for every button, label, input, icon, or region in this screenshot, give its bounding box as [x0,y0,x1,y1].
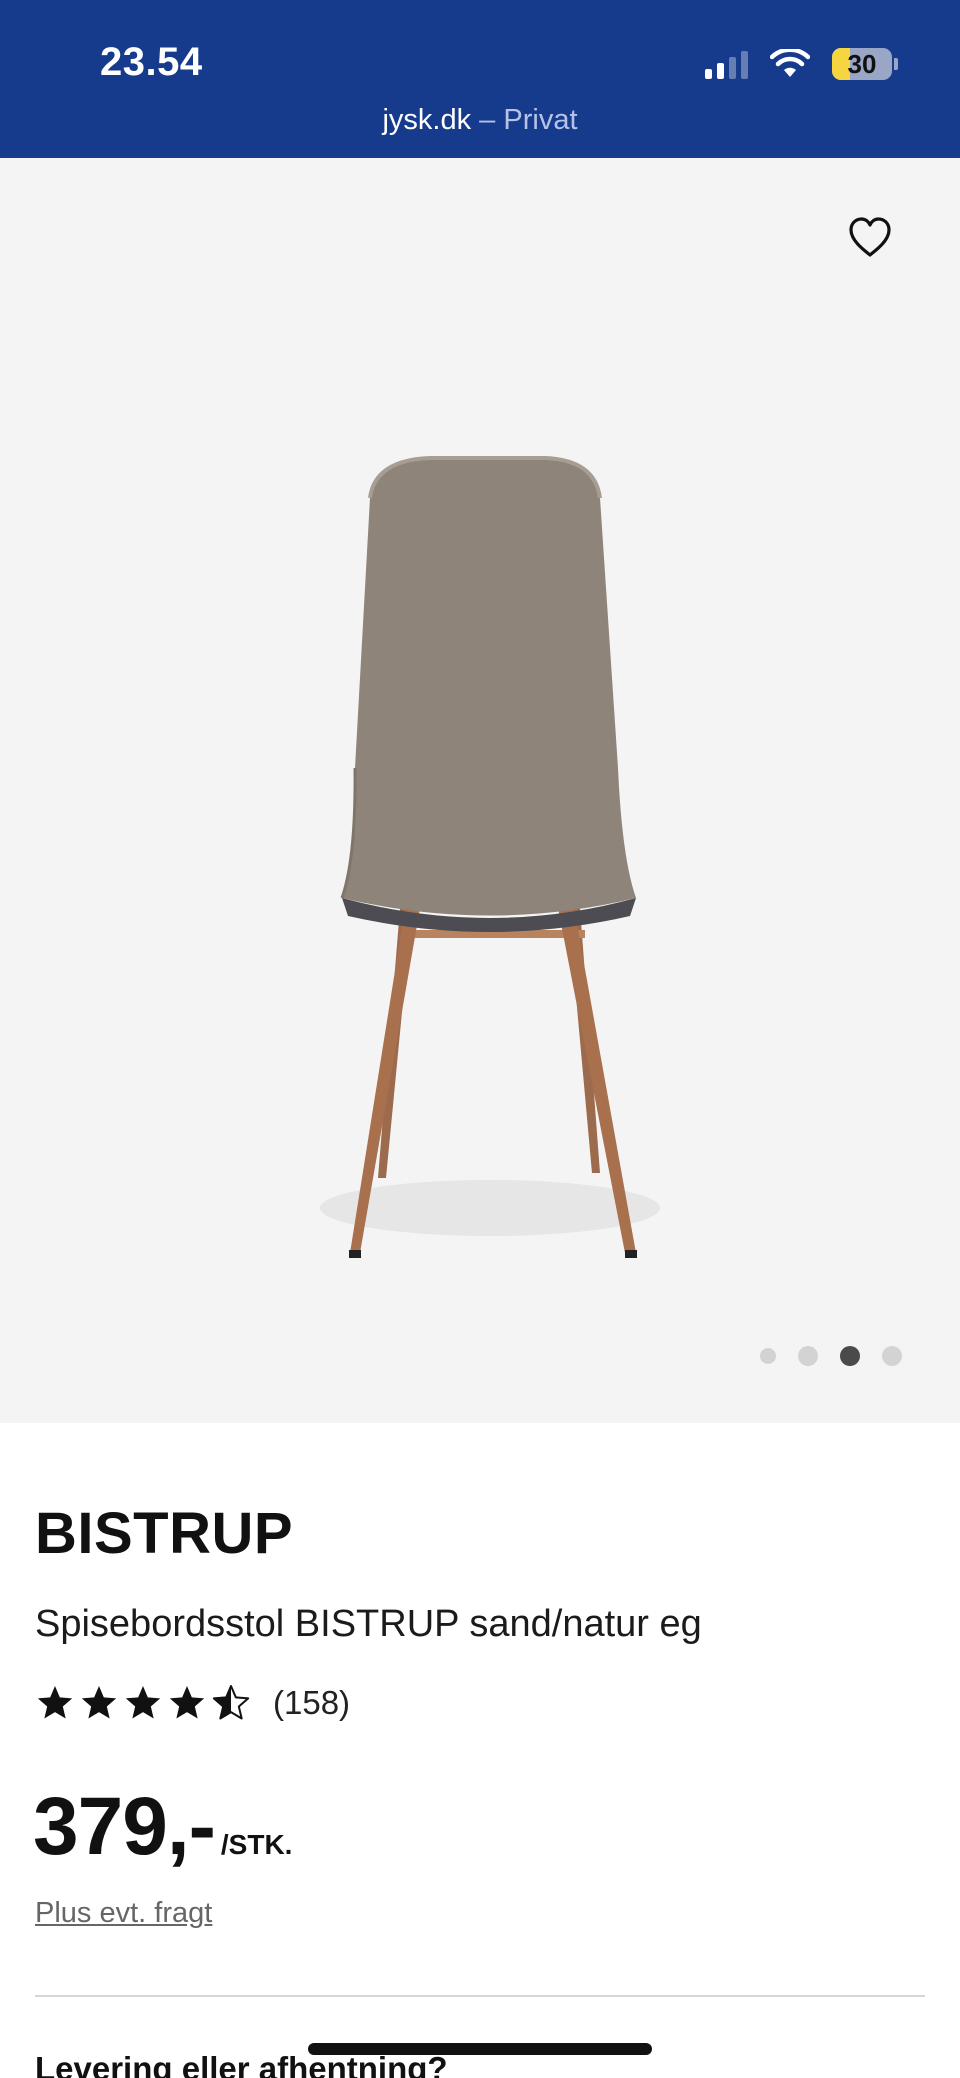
shipping-link[interactable]: Plus evt. fragt [35,1897,212,1930]
url-text: jysk.dk [382,104,472,136]
rating[interactable]: (158) [35,1683,350,1723]
price-value: 379,- [33,1781,216,1872]
private-mode-label: Privat [503,104,578,136]
price-unit: /STK. [220,1829,293,1860]
rating-count[interactable]: (158) [273,1684,350,1722]
product-gallery[interactable] [0,158,960,1423]
divider [35,1995,925,1997]
home-indicator[interactable] [308,2043,652,2055]
product-brand: BISTRUP [35,1501,294,1566]
gallery-dot[interactable] [882,1346,902,1366]
product-name: Spisebordsstol BISTRUP sand/natur eg [35,1603,702,1645]
gallery-dot-active[interactable] [840,1346,860,1366]
address-bar[interactable]: jysk.dk – Privat [0,104,960,137]
gallery-dot[interactable] [760,1348,776,1364]
star-filled-icon [125,1686,161,1719]
status-bar: 23.54 30 jysk.dk – Privat [0,0,960,158]
clock: 23.54 [100,40,203,84]
status-icons: 30 [705,44,898,84]
gallery-pagination[interactable] [760,1346,902,1366]
url-separator: – [479,104,496,136]
battery-icon: 30 [832,48,898,80]
heart-outline-icon[interactable] [846,214,894,262]
gallery-dot[interactable] [798,1346,818,1366]
price: 379,- /STK. [33,1780,292,1874]
star-filled-icon [169,1686,205,1719]
cellular-signal-icon [705,49,748,79]
product-image [320,456,660,1258]
wifi-icon [770,49,810,77]
battery-level: 30 [847,48,877,79]
star-filled-icon [37,1686,73,1719]
star-filled-icon [81,1686,117,1719]
star-half-icon [212,1685,250,1720]
rating-stars [35,1683,251,1723]
